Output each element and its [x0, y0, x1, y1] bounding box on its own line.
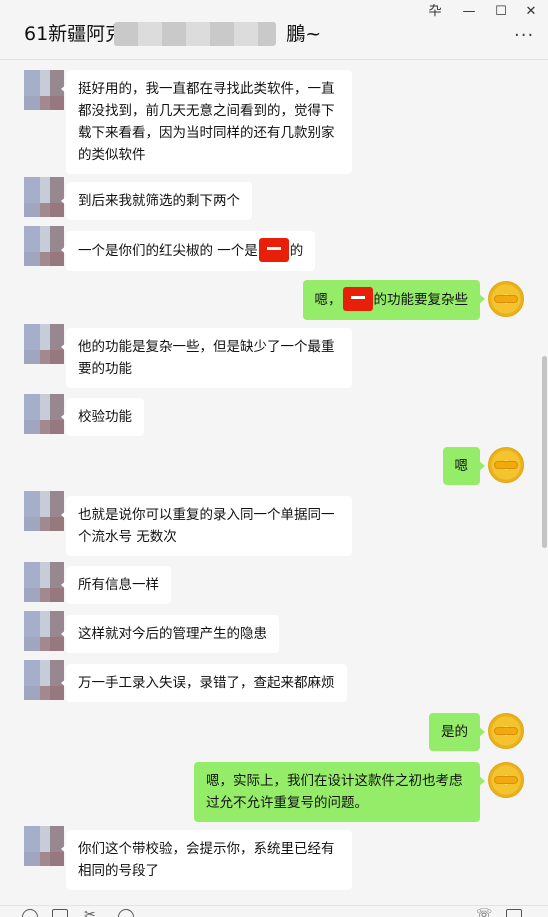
message-scrollbar[interactable] — [542, 356, 547, 548]
my-avatar[interactable] — [488, 713, 524, 749]
contact-avatar[interactable] — [24, 826, 64, 866]
voice-call-icon[interactable]: ☏ — [476, 908, 492, 917]
input-toolbar: ✂ ☏ — [0, 905, 548, 917]
contact-avatar[interactable] — [24, 491, 64, 531]
message-text: 所有信息一样 — [78, 577, 159, 593]
message-text: 你们这个带校验，会提示你，系统里已经有相同的号段了 — [78, 841, 335, 879]
message-text-start: 嗯， — [314, 292, 342, 308]
pin-icon[interactable]: 卆 — [422, 2, 448, 22]
message-text-end: 的 — [289, 243, 304, 259]
message-bubble-incoming[interactable]: 他的功能是复杂一些，但是缺少了一个最重要的功能 — [61, 328, 352, 388]
message-text: 嗯 — [454, 458, 469, 474]
more-options-icon[interactable]: ··· — [514, 26, 534, 46]
contact-avatar[interactable] — [24, 394, 64, 434]
message-bubble-incoming[interactable]: 到后来我就筛选的剩下两个 — [61, 182, 252, 220]
chat-title-suffix: 鵬~ — [286, 23, 322, 45]
chat-header: 卆 — ☐ ✕ 61新疆阿克 鵬~ ··· — [0, 0, 548, 60]
contact-avatar[interactable] — [24, 70, 64, 110]
message-bubble-outgoing[interactable]: 是的 — [429, 713, 485, 751]
message-bubble-outgoing[interactable]: 嗯 — [442, 447, 485, 485]
chat-window: 卆 — ☐ ✕ 61新疆阿克 鵬~ ··· 挺好用的，我一直都在寻找此类软件，一直… — [0, 0, 548, 917]
message-text: 他的功能是复杂一些，但是缺少了一个最重要的功能 — [78, 339, 335, 377]
folder-icon[interactable] — [52, 909, 68, 917]
message-bubble-incoming[interactable]: 挺好用的，我一直都在寻找此类软件，一直都没找到，前几天无意之间看到的，觉得下载下… — [61, 70, 352, 174]
title-redaction — [114, 22, 276, 46]
maximize-button[interactable]: ☐ — [488, 2, 514, 22]
message-text: 校验功能 — [78, 409, 132, 425]
message-bubble-outgoing[interactable]: 嗯， 的功能要复杂些 — [302, 280, 485, 320]
message-bubble-incoming[interactable]: 也就是说你可以重复的录入同一个单据同一个流水号 无数次 — [61, 496, 352, 556]
close-button[interactable]: ✕ — [518, 2, 544, 22]
message-text: 万一手工录入失误，录错了，查起来都麻烦 — [78, 675, 335, 691]
message-text: 也就是说你可以重复的录入同一个单据同一个流水号 无数次 — [78, 507, 335, 545]
message-text: 是的 — [441, 724, 468, 740]
message-text: 嗯，实际上，我们在设计这款件之初也考虑过允不允许重复号的问题。 — [206, 773, 463, 811]
redaction-sticker — [342, 287, 373, 311]
message-text: 这样就对今后的管理产生的隐患 — [78, 626, 267, 642]
message-text: 挺好用的，我一直都在寻找此类软件，一直都没找到，前几天无意之间看到的，觉得下载下… — [78, 81, 335, 163]
contact-avatar[interactable] — [24, 611, 64, 651]
message-bubble-incoming[interactable]: 万一手工录入失误，录错了，查起来都麻烦 — [61, 664, 347, 702]
video-call-icon[interactable] — [506, 909, 522, 917]
contact-avatar[interactable] — [24, 660, 64, 700]
my-avatar[interactable] — [488, 762, 524, 798]
emoji-icon[interactable] — [22, 909, 38, 917]
my-avatar[interactable] — [488, 447, 524, 483]
message-bubble-incoming[interactable]: 所有信息一样 — [61, 566, 171, 604]
contact-avatar[interactable] — [24, 226, 64, 266]
screenshot-icon[interactable]: ✂ — [84, 908, 104, 917]
message-text-start: 一个是你们的红尖椒的 一个是 — [78, 243, 258, 259]
message-bubble-incoming[interactable]: 你们这个带校验，会提示你，系统里已经有相同的号段了 — [61, 830, 352, 890]
contact-avatar[interactable] — [24, 177, 64, 217]
message-text: 到后来我就筛选的剩下两个 — [78, 193, 240, 209]
redaction-sticker — [258, 238, 289, 262]
chat-bubble-icon[interactable] — [118, 909, 134, 917]
chat-title-prefix: 61新疆阿克 — [24, 23, 125, 45]
minimize-button[interactable]: — — [456, 2, 482, 22]
contact-avatar[interactable] — [24, 324, 64, 364]
message-bubble-incoming[interactable]: 这样就对今后的管理产生的隐患 — [61, 615, 279, 653]
message-bubble-incoming[interactable]: 校验功能 — [61, 398, 144, 436]
message-text-end: 的功能要复杂些 — [373, 292, 469, 308]
message-bubble-outgoing[interactable]: 嗯，实际上，我们在设计这款件之初也考虑过允不允许重复号的问题。 — [194, 762, 485, 822]
contact-avatar[interactable] — [24, 562, 64, 602]
my-avatar[interactable] — [488, 281, 524, 317]
message-bubble-incoming[interactable]: 一个是你们的红尖椒的 一个是 的 — [60, 231, 316, 271]
